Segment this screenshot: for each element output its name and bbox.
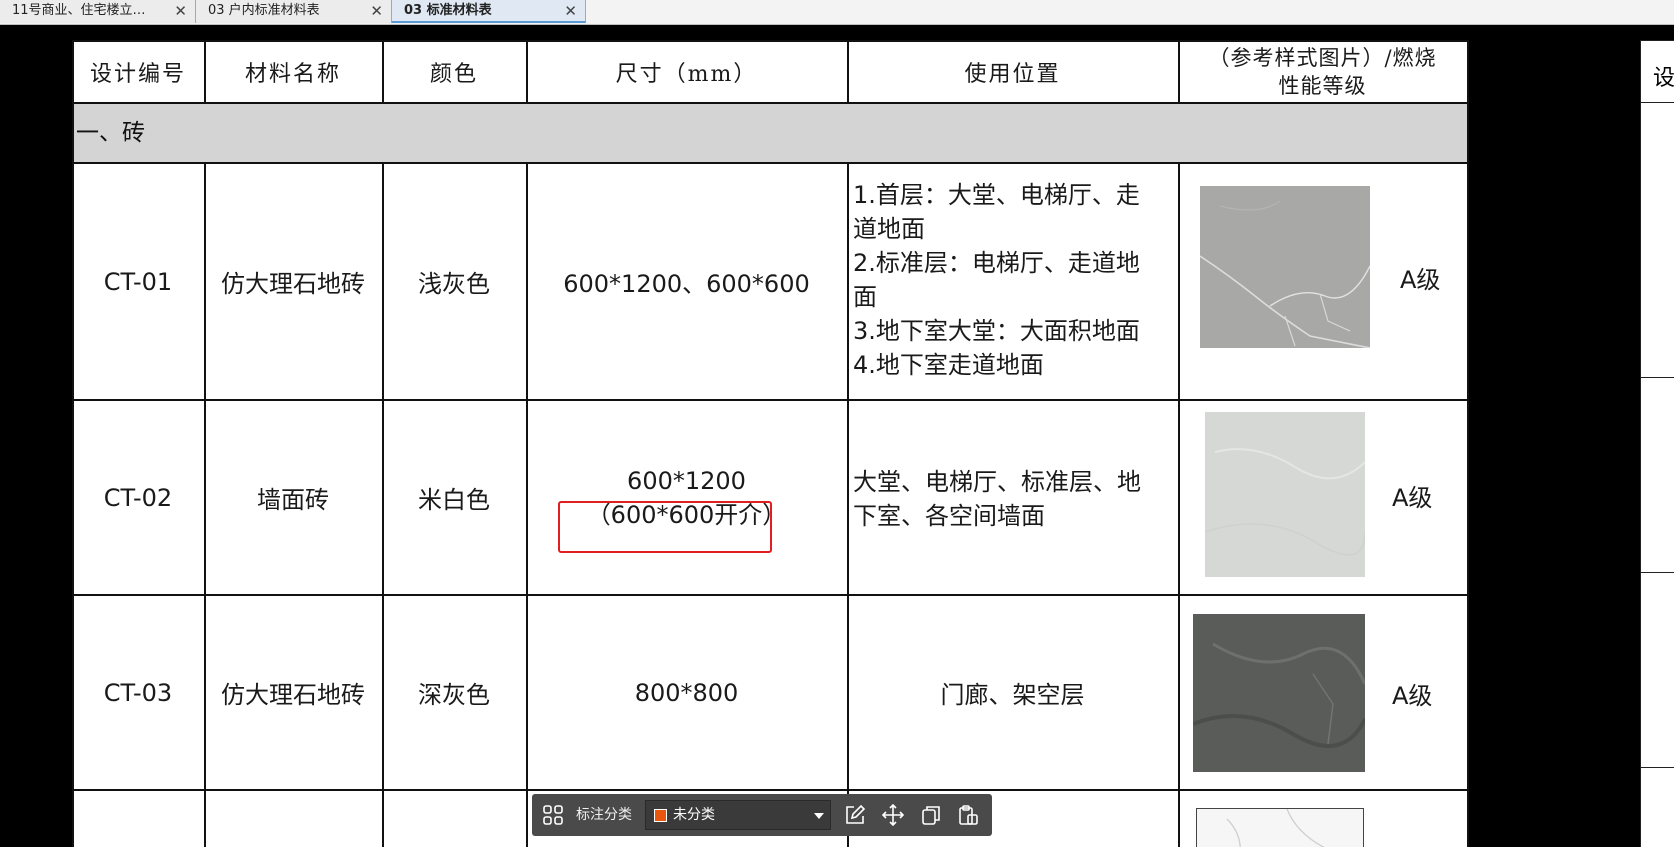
marble-white-swatch-partial <box>1196 808 1364 847</box>
tab-document-2[interactable]: 03 户内标准材料表 ✕ <box>196 0 392 23</box>
adjacent-page-header: 设 <box>1653 66 1674 91</box>
cell-size: 800*800 <box>634 678 739 707</box>
tab-document-3-active[interactable]: 03 标准材料表 ✕ <box>392 0 586 23</box>
header-line-2: 性能等级 <box>1278 73 1367 98</box>
copy-icon[interactable] <box>920 804 942 826</box>
cell-material-name: 墙面砖 <box>257 486 329 514</box>
section-title: 一、砖 <box>76 120 145 146</box>
annotation-category-label: 标注分类 <box>576 807 632 823</box>
edit-icon[interactable] <box>844 804 866 826</box>
cell-color: 深灰色 <box>418 681 490 709</box>
cell-material-name: 仿大理石地砖 <box>221 681 365 709</box>
header-usage: 使用位置 <box>964 61 1061 87</box>
paste-icon[interactable] <box>957 804 979 826</box>
cell-grade: A级 <box>1400 266 1441 294</box>
cell-usage: 1.首层：大堂、电梯厅、走 道地面 2.标准层：电梯厅、走道地 面 3.地下室大… <box>853 181 1140 379</box>
cell-usage: 大堂、电梯厅、标准层、地 下室、各空间墙面 <box>853 468 1141 530</box>
marble-off-white-swatch <box>1205 412 1365 577</box>
header-reference-image-grade: （参考样式图片）/燃烧 性能等级 <box>1178 40 1467 103</box>
close-icon[interactable]: ✕ <box>564 0 577 21</box>
swatch-fill <box>1200 186 1370 348</box>
cell-size: 600*1200、600*600 <box>563 270 810 298</box>
category-color-swatch <box>654 809 667 822</box>
close-icon[interactable]: ✕ <box>174 0 187 22</box>
header-size: 尺寸（mm） <box>615 61 758 87</box>
grid-icon[interactable] <box>542 804 564 826</box>
grid-line <box>1178 163 1180 847</box>
tab-label: 03 标准材料表 <box>404 3 492 18</box>
close-icon[interactable]: ✕ <box>370 0 383 22</box>
adjacent-page: 设 <box>1640 40 1674 847</box>
marble-dark-gray-swatch <box>1193 614 1365 772</box>
swatch-fill <box>1193 614 1365 772</box>
tab-document-1[interactable]: 11号商业、住宅楼立… ✕ <box>0 0 196 23</box>
size-line-1: 600*1200 <box>627 466 746 495</box>
tab-bar: 11号商业、住宅楼立… ✕ 03 户内标准材料表 ✕ 03 标准材料表 ✕ <box>0 0 1674 25</box>
move-icon[interactable] <box>881 803 905 827</box>
marble-light-gray-swatch <box>1200 186 1370 348</box>
cell-size: 600*1200 （600*600开介） <box>526 400 847 595</box>
category-select-value: 未分类 <box>673 807 715 823</box>
swatch-fill <box>1205 412 1365 577</box>
cell-code: CT-01 <box>103 267 173 296</box>
section-row <box>72 103 1469 163</box>
cell-code: CT-02 <box>103 483 173 512</box>
header-line-1: （参考样式图片）/燃烧 <box>1208 45 1437 70</box>
cell-code: CT-03 <box>103 678 173 707</box>
annotation-toolbar: 标注分类 未分类 <box>532 794 992 836</box>
cell-color: 浅灰色 <box>418 270 490 298</box>
cell-grade: A级 <box>1392 682 1433 710</box>
cell-color: 米白色 <box>418 486 490 514</box>
tab-label: 11号商业、住宅楼立… <box>12 3 146 18</box>
highlight-annotation-box[interactable] <box>558 501 772 553</box>
cell-material-name: 仿大理石地砖 <box>221 270 365 298</box>
header-color: 颜色 <box>429 61 478 87</box>
header-design-code: 设计编号 <box>89 61 186 87</box>
cell-grade: A级 <box>1392 484 1433 512</box>
chevron-down-icon <box>814 813 824 819</box>
cell-usage: 门廊、架空层 <box>940 681 1085 709</box>
header-material-name: 材料名称 <box>244 61 341 87</box>
document-page[interactable]: 一、砖 设计编号 材料名称 颜色 尺寸（mm） 使用位置 （参考样式图片）/燃烧… <box>72 40 1469 847</box>
category-select[interactable]: 未分类 <box>645 800 831 830</box>
tab-label: 03 户内标准材料表 <box>208 3 320 18</box>
